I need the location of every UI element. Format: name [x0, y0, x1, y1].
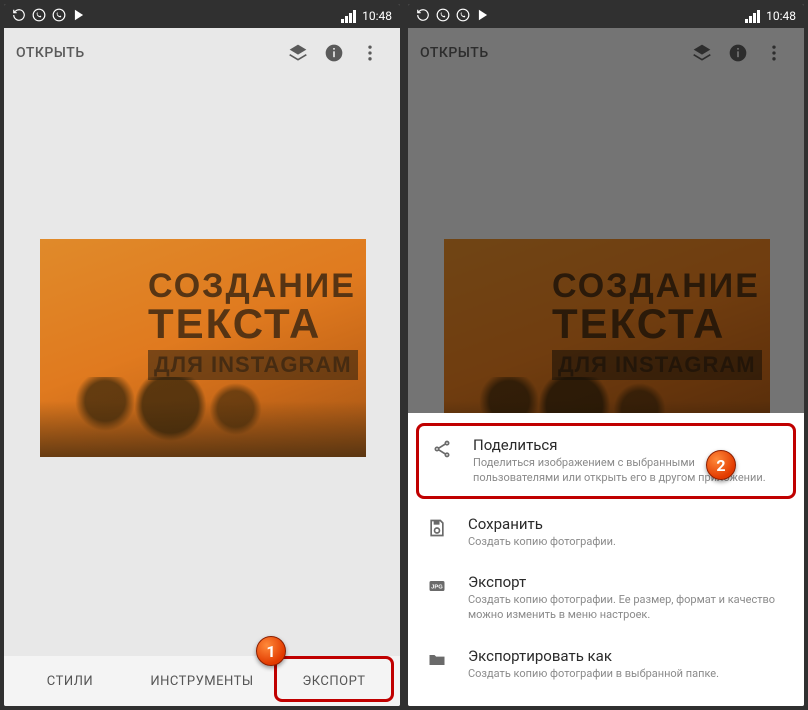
sheet-item-title: Экспорт — [468, 573, 786, 591]
export-bottom-sheet: Поделиться Поделиться изображением с выб… — [408, 413, 804, 706]
layers-icon[interactable] — [280, 35, 316, 71]
info-icon[interactable] — [316, 35, 352, 71]
bottom-tabs: СТИЛИ ИНСТРУМЕНТЫ ЭКСПОРТ — [4, 656, 400, 706]
share-icon — [431, 438, 453, 460]
folder-icon — [426, 649, 448, 671]
viber-icon — [52, 8, 66, 25]
sheet-item-title: Экспортировать как — [468, 647, 786, 665]
open-button[interactable]: ОТКРЫТЬ — [16, 45, 280, 61]
refresh-icon — [12, 8, 26, 25]
viber-icon — [32, 8, 46, 25]
status-clock: 10:48 — [362, 9, 392, 23]
save-icon — [426, 517, 448, 539]
play-icon — [72, 8, 86, 25]
sheet-item-desc: Создать копию фотографии. Ее размер, фор… — [468, 593, 786, 623]
viber-icon — [456, 8, 470, 25]
tab-tools[interactable]: ИНСТРУМЕНТЫ — [136, 656, 268, 706]
play-icon — [476, 8, 490, 25]
sheet-item-desc: Создать копию фотографии. — [468, 535, 786, 550]
status-bar: 10:48 — [4, 4, 400, 28]
screenshot-right: 10:48 ОТКРЫТЬ СОЗДАНИЕ ТЕКСТА ДЛЯ INSTAG… — [408, 4, 804, 706]
viber-icon — [436, 8, 450, 25]
overflow-icon[interactable] — [352, 35, 388, 71]
jpg-icon: JPG — [426, 575, 448, 597]
sheet-item-desc: Поделиться изображением с выбранными пол… — [473, 456, 781, 486]
image-text-overlay: СОЗДАНИЕ ТЕКСТА ДЛЯ INSTAGRAM — [148, 267, 358, 380]
refresh-icon — [416, 8, 430, 25]
screenshot-left: 10:48 ОТКРЫТЬ СОЗДАНИЕ ТЕКСТА ДЛЯ INSTAG… — [4, 4, 400, 706]
edited-image[interactable]: СОЗДАНИЕ ТЕКСТА ДЛЯ INSTAGRAM — [40, 239, 366, 457]
status-bar: 10:48 — [408, 4, 804, 28]
app-bar: ОТКРЫТЬ — [4, 28, 400, 78]
sheet-item-save[interactable]: Сохранить Создать копию фотографии. — [408, 503, 804, 562]
tab-styles[interactable]: СТИЛИ — [4, 656, 136, 706]
svg-text:JPG: JPG — [431, 585, 443, 591]
sheet-item-desc: Создать копию фотографии в выбранной пап… — [468, 667, 786, 682]
sheet-item-title: Сохранить — [468, 515, 786, 533]
status-clock: 10:48 — [766, 9, 796, 23]
signal-icon — [341, 10, 356, 23]
sheet-item-export-as[interactable]: Экспортировать как Создать копию фотогра… — [408, 635, 804, 694]
sheet-item-title: Поделиться — [473, 436, 781, 454]
sheet-item-export[interactable]: JPG Экспорт Создать копию фотографии. Ее… — [408, 561, 804, 635]
signal-icon — [745, 10, 760, 23]
sheet-item-share[interactable]: Поделиться Поделиться изображением с выб… — [416, 423, 796, 499]
tab-export[interactable]: ЭКСПОРТ — [268, 656, 400, 706]
